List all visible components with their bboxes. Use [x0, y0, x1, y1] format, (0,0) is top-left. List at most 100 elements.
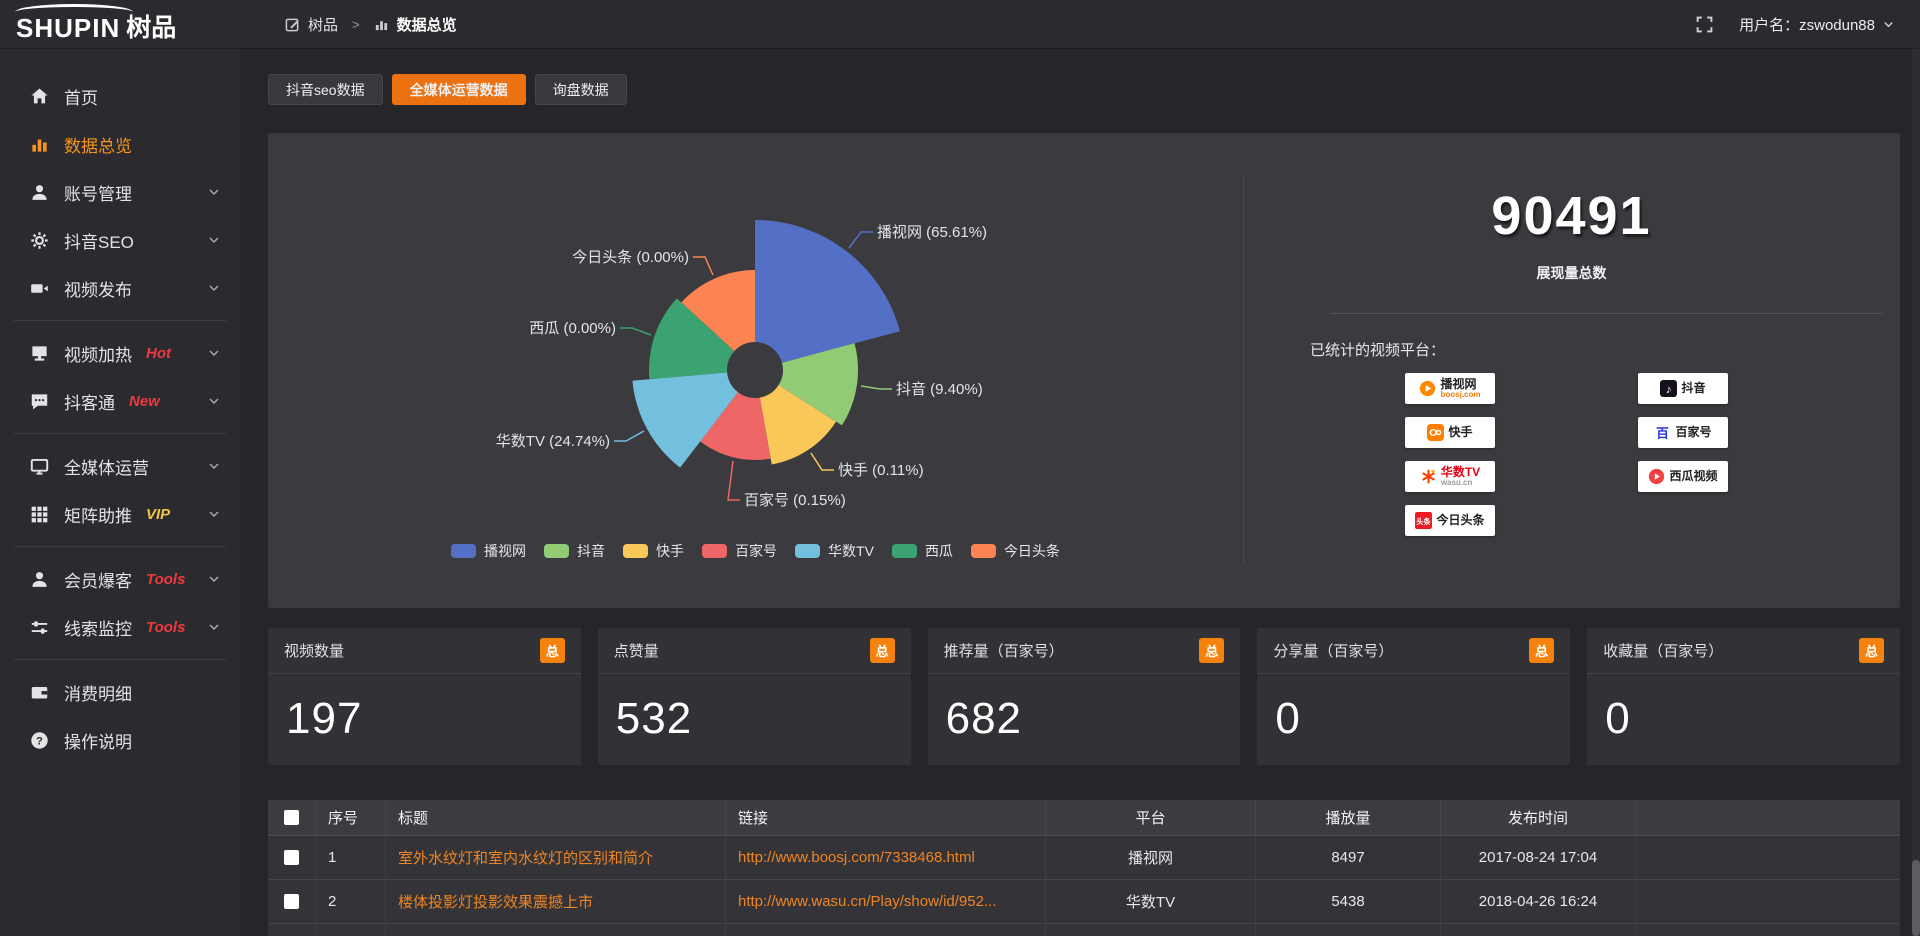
pie-slice-label: 快手 (0.11%) — [838, 462, 924, 479]
sidebar-item[interactable]: ? 操作说明 — [0, 718, 240, 762]
platform-badge-name: 播视网 — [1440, 378, 1480, 391]
tab-bar: 抖音seo数据全媒体运营数据询盘数据 — [268, 74, 627, 105]
legend-item[interactable]: 今日头条 — [971, 541, 1060, 561]
rose-pie-chart: 播视网 (65.61%)抖音 (9.40%)快手 (0.11%)百家号 (0.1… — [268, 133, 1243, 538]
summary-divider — [1330, 313, 1883, 314]
sidebar-item[interactable]: 账号管理 — [0, 170, 240, 214]
cell-views: 8497 — [1256, 836, 1441, 879]
legend-item[interactable]: 快手 — [623, 541, 684, 561]
sidebar-item[interactable]: 线索监控 Tools — [0, 605, 240, 649]
sidebar-item[interactable]: 全媒体运营 — [0, 444, 240, 488]
sidebar-item[interactable]: 消费明细 — [0, 670, 240, 714]
summary-section: 90491 展现量总数 已统计的视频平台： 播视网 boosj.com 快手 华… — [1243, 133, 1900, 608]
breadcrumb-root[interactable]: 树品 — [308, 14, 338, 35]
sidebar-item-badge: Tools — [146, 619, 185, 636]
legend-item[interactable]: 华数TV — [795, 541, 874, 561]
row-checkbox[interactable] — [284, 850, 299, 865]
svg-text:?: ? — [36, 735, 43, 747]
tab[interactable]: 抖音seo数据 — [268, 74, 383, 105]
pie-label-line — [620, 328, 651, 335]
table-row: 2 楼体投影灯投影效果震撼上市 http://www.wasu.cn/Play/… — [268, 880, 1900, 924]
cell-link[interactable]: http://www.wasu.cn/Play/show/id/952... — [738, 893, 996, 910]
legend-color-chip — [971, 544, 996, 558]
cell-title[interactable]: 楼体投影灯投影效果震撼上市 — [386, 880, 726, 923]
chevron-down-icon — [208, 573, 220, 585]
home-icon — [30, 87, 49, 106]
cell-views: 5438 — [1256, 880, 1441, 923]
question-circle-icon: ? — [30, 731, 49, 750]
table-header-row: 序号 标题 链接 平台 播放量 发布时间 — [268, 800, 1900, 836]
cell-index: 2 — [316, 880, 386, 923]
sidebar-item-badge: Hot — [146, 345, 171, 362]
sidebar-item-label: 全媒体运营 — [64, 454, 149, 479]
legend-label: 播视网 — [484, 541, 526, 561]
legend-color-chip — [451, 544, 476, 558]
app-logo: SHUPIN 树品 — [0, 0, 240, 48]
sidebar-item[interactable]: 抖客通 New — [0, 379, 240, 423]
legend-item[interactable]: 百家号 — [702, 541, 777, 561]
legend-item[interactable]: 播视网 — [451, 541, 526, 561]
sidebar-item[interactable]: 抖音SEO — [0, 218, 240, 262]
tab[interactable]: 询盘数据 — [535, 74, 627, 105]
sidebar-item-label: 抖音SEO — [64, 228, 134, 253]
pie-label-line — [693, 257, 713, 275]
platform-badge-name: 快手 — [1448, 426, 1472, 439]
sidebar-item-label: 视频发布 — [64, 276, 132, 301]
chevron-down-icon — [208, 621, 220, 633]
platform-badge: 播视网 boosj.com — [1405, 373, 1495, 404]
legend-item[interactable]: 抖音 — [544, 541, 605, 561]
logo-arc — [15, 4, 133, 20]
breadcrumb-separator: > — [352, 17, 360, 32]
column-header: 链接 — [726, 800, 1046, 835]
sidebar-item-label: 消费明细 — [64, 680, 132, 705]
cell-title[interactable]: 室外水纹灯和室内水纹灯的区别和简介 — [386, 836, 726, 879]
cell-index: 1 — [316, 836, 386, 879]
bar-chart-icon — [374, 17, 389, 32]
platform-badge: 西瓜视频 — [1638, 461, 1728, 492]
user-menu[interactable]: 用户名：zswodun88 — [1739, 14, 1894, 35]
legend-color-chip — [544, 544, 569, 558]
platform-badge-name: 西瓜视频 — [1669, 470, 1717, 483]
total-badge: 总 — [1529, 638, 1554, 663]
pie-slice-label: 播视网 (65.61%) — [877, 224, 987, 241]
tab[interactable]: 全媒体运营数据 — [392, 74, 526, 105]
stat-card-title: 推荐量（百家号） — [944, 640, 1064, 661]
sidebar-item[interactable]: 矩阵助推 VIP — [0, 492, 240, 536]
legend-label: 抖音 — [577, 541, 605, 561]
platform-badge: 百 百家号 — [1638, 417, 1728, 448]
stat-card-value: 0 — [1257, 674, 1570, 744]
sidebar-divider — [14, 320, 226, 321]
fullscreen-icon[interactable] — [1696, 16, 1713, 33]
stat-card-title: 分享量（百家号） — [1273, 640, 1393, 661]
sidebar-item-label: 会员爆客 — [64, 567, 132, 592]
svg-text:百: 百 — [1657, 425, 1670, 440]
sidebar-item-label: 数据总览 — [64, 132, 132, 157]
heat-monitor-icon — [30, 344, 49, 363]
sidebar-item[interactable]: 数据总览 — [0, 122, 240, 166]
total-badge: 总 — [540, 638, 565, 663]
cell-platform: 播视网 — [1046, 836, 1256, 879]
sidebar-item[interactable]: 视频加热 Hot — [0, 331, 240, 375]
chevron-down-icon — [208, 186, 220, 198]
legend-item[interactable]: 西瓜 — [892, 541, 953, 561]
user-icon — [30, 183, 49, 202]
pie-slice[interactable] — [755, 220, 900, 363]
select-all-checkbox[interactable] — [284, 810, 299, 825]
chart-panel: 播视网 (65.61%)抖音 (9.40%)快手 (0.11%)百家号 (0.1… — [268, 133, 1900, 608]
topbar: SHUPIN 树品 树品 > 数据总览 用户名：zswodun88 — [0, 0, 1920, 48]
legend-label: 百家号 — [735, 541, 777, 561]
stat-card-title: 点赞量 — [614, 640, 659, 661]
chevron-down-icon — [208, 508, 220, 520]
sidebar-item[interactable]: 首页 — [0, 74, 240, 118]
stat-card: 视频数量 总 197 — [268, 628, 581, 765]
sidebar-item[interactable]: 会员爆客 Tools — [0, 557, 240, 601]
cell-link[interactable]: http://www.boosj.com/7338468.html — [738, 849, 975, 866]
scrollbar-thumb[interactable] — [1912, 860, 1920, 936]
platform-badge-subtitle: boosj.com — [1440, 391, 1480, 399]
sidebar-item[interactable]: 视频发布 — [0, 266, 240, 310]
row-checkbox[interactable] — [284, 894, 299, 909]
sidebar-item-label: 账号管理 — [64, 180, 132, 205]
pie-slice-label: 抖音 (9.40%) — [896, 381, 983, 398]
sidebar-divider — [14, 659, 226, 660]
sidebar-item-badge: Tools — [146, 571, 185, 588]
